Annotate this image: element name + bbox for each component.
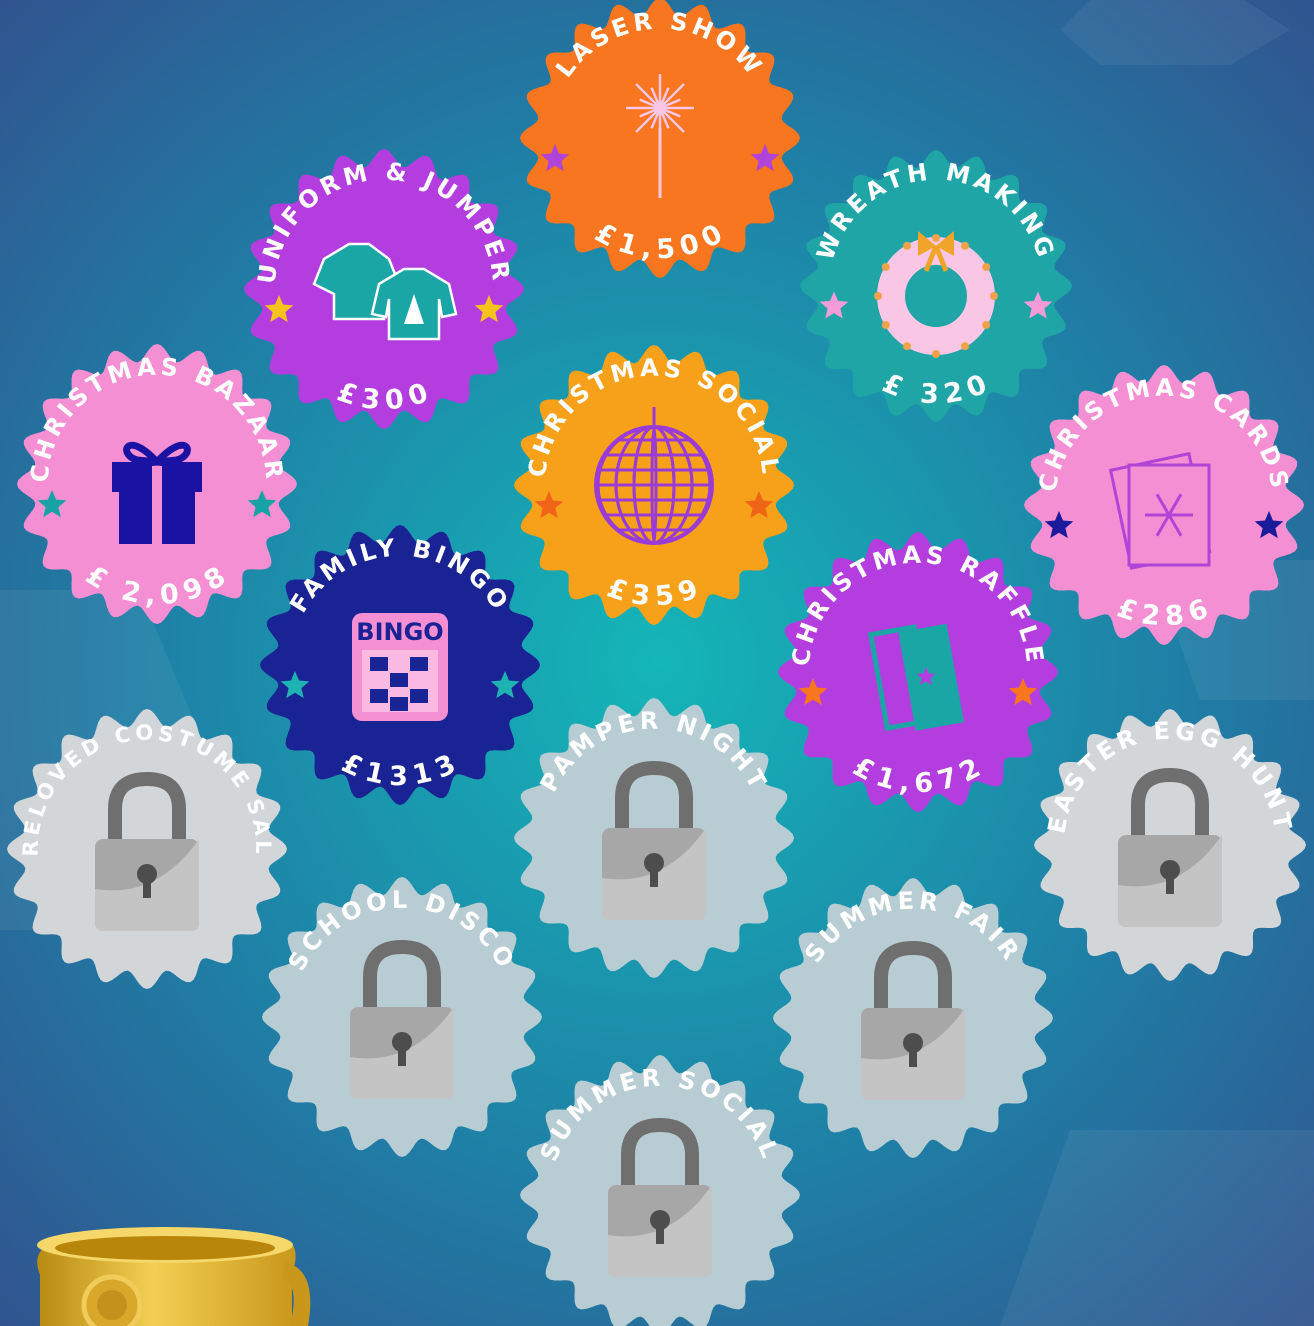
- badge-board: LASER SHOW£1,500UNIFORM & JUMPER£300WREA…: [0, 0, 1314, 1326]
- bingo-icon: BINGO: [352, 613, 448, 721]
- bingo-icon-text: BINGO: [356, 618, 443, 646]
- trophy-icon: [37, 1227, 311, 1326]
